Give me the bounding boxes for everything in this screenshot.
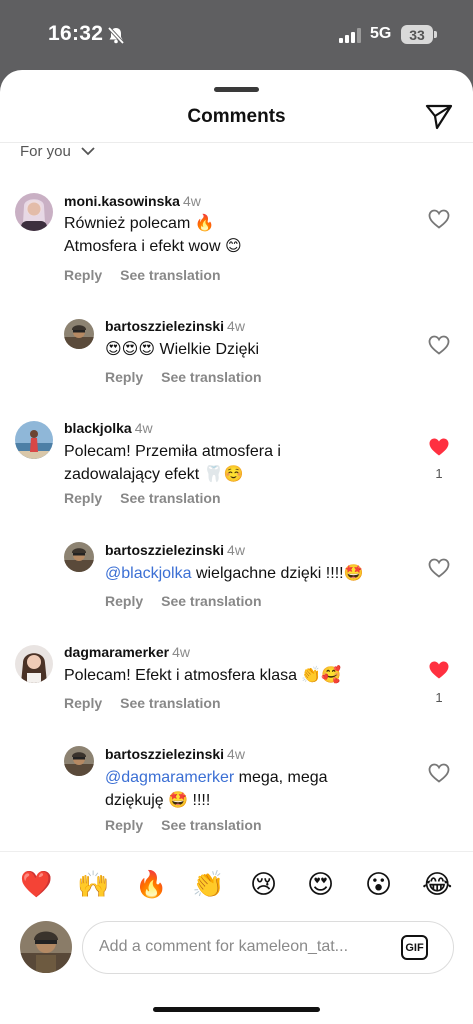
avatar[interactable] bbox=[64, 746, 94, 776]
avatar[interactable] bbox=[15, 193, 53, 231]
bell-off-icon bbox=[107, 26, 125, 45]
see-translation-button[interactable]: See translation bbox=[161, 593, 261, 609]
comment-text: Również polecam 🔥 bbox=[64, 215, 215, 232]
like-count: 1 bbox=[435, 466, 443, 481]
reaction-laughing[interactable]: 😂 bbox=[422, 867, 452, 901]
comment-username[interactable]: blackjolka bbox=[64, 420, 132, 436]
see-translation-button[interactable]: See translation bbox=[120, 267, 220, 283]
sort-filter-dropdown[interactable]: For you bbox=[20, 143, 95, 160]
comment-time: 4w bbox=[134, 420, 153, 436]
comment-time: 4w bbox=[172, 644, 190, 660]
heart-icon[interactable] bbox=[428, 763, 450, 783]
reply-button[interactable]: Reply bbox=[64, 490, 102, 506]
comment-username[interactable]: bartoszzielezinski bbox=[105, 542, 224, 558]
comment-text: dziękuję 🤩 !!!! bbox=[105, 792, 211, 809]
comment-input-placeholder: Add a comment for kameleon_tat... bbox=[99, 938, 349, 955]
comment-username[interactable]: dagmaramerker bbox=[64, 644, 169, 660]
mention-link[interactable]: @blackjolka bbox=[105, 565, 192, 582]
reaction-crying[interactable]: 😢 bbox=[250, 867, 277, 901]
mention-link[interactable]: @dagmaramerker bbox=[105, 769, 234, 786]
home-indicator bbox=[153, 1007, 320, 1012]
avatar[interactable] bbox=[15, 421, 53, 459]
comment-text: @blackjolka wielgachne dzięki !!!!🤩 bbox=[105, 562, 364, 585]
signal-icon bbox=[339, 28, 361, 43]
heart-filled-icon[interactable] bbox=[428, 437, 450, 457]
heart-filled-icon[interactable] bbox=[428, 660, 450, 680]
current-user-avatar bbox=[20, 921, 72, 973]
reply-button[interactable]: Reply bbox=[64, 267, 102, 283]
see-translation-button[interactable]: See translation bbox=[161, 369, 261, 385]
comment-text: @dagmaramerker mega, mega bbox=[105, 766, 328, 789]
heart-icon[interactable] bbox=[428, 558, 450, 578]
reaction-fire[interactable]: 🔥 bbox=[135, 867, 167, 901]
comment-text: Polecam! Przemiła atmosfera i bbox=[64, 443, 281, 460]
comment-text-rest: mega, mega bbox=[234, 769, 328, 786]
comment-time: 4w bbox=[227, 318, 245, 334]
comment-time: 4w bbox=[227, 746, 245, 762]
comment-text: zadowalający efekt 🦷☺️ bbox=[64, 466, 244, 483]
avatar[interactable] bbox=[64, 319, 94, 349]
comments-sheet: Comments For you moni.kasowinska 4w Równi… bbox=[0, 70, 473, 1024]
sheet-title: Comments bbox=[187, 106, 286, 127]
reaction-clap[interactable]: 👏 bbox=[192, 867, 224, 901]
reaction-raised-hands[interactable]: 🙌 bbox=[77, 867, 109, 901]
like-count: 1 bbox=[435, 690, 443, 705]
reply-button[interactable]: Reply bbox=[105, 817, 143, 833]
battery-level: 33 bbox=[409, 26, 425, 43]
reactions-divider bbox=[0, 851, 473, 852]
comment-text: Polecam! Efekt i atmosfera klasa 👏🥰 bbox=[64, 667, 342, 684]
comment-username[interactable]: moni.kasowinska bbox=[64, 193, 180, 209]
comment-username[interactable]: bartoszzielezinski bbox=[105, 318, 224, 334]
see-translation-button[interactable]: See translation bbox=[120, 695, 220, 711]
avatar[interactable] bbox=[15, 645, 53, 683]
sort-filter-label: For you bbox=[20, 143, 71, 160]
heart-icon[interactable] bbox=[428, 335, 450, 355]
comment-input[interactable]: Add a comment for kameleon_tat... GIF bbox=[82, 921, 454, 974]
reply-button[interactable]: Reply bbox=[105, 593, 143, 609]
reaction-heart[interactable]: ❤️ bbox=[20, 867, 52, 901]
comment-username[interactable]: bartoszzielezinski bbox=[105, 746, 224, 762]
see-translation-button[interactable]: See translation bbox=[161, 817, 261, 833]
battery-icon: 33 bbox=[401, 25, 437, 44]
comment-text: Atmosfera i efekt wow 😊 bbox=[64, 238, 242, 255]
status-bar: 16:32 5G 33 bbox=[0, 0, 473, 70]
comment-time: 4w bbox=[227, 542, 245, 558]
reaction-heart-eyes[interactable]: 😍 bbox=[307, 867, 334, 901]
send-icon[interactable] bbox=[425, 104, 453, 130]
comment-time: 4w bbox=[182, 193, 201, 209]
chevron-down-icon bbox=[81, 147, 95, 156]
quick-reactions-bar: ❤️ 🙌 🔥 👏 😢 😍 😮 😂 bbox=[0, 867, 473, 901]
reply-button[interactable]: Reply bbox=[105, 369, 143, 385]
reply-button[interactable]: Reply bbox=[64, 695, 102, 711]
sheet-grabber[interactable] bbox=[214, 87, 259, 92]
see-translation-button[interactable]: See translation bbox=[120, 490, 220, 506]
comment-text: 😍😍😍 Wielkie Dzięki bbox=[105, 341, 260, 358]
gif-button[interactable]: GIF bbox=[401, 935, 428, 960]
heart-icon[interactable] bbox=[428, 209, 450, 229]
status-time: 16:32 bbox=[48, 22, 104, 45]
network-type: 5G bbox=[370, 25, 392, 42]
avatar[interactable] bbox=[64, 542, 94, 572]
reaction-surprised[interactable]: 😮 bbox=[365, 867, 392, 901]
comment-text-rest: wielgachne dzięki !!!!🤩 bbox=[191, 565, 364, 582]
